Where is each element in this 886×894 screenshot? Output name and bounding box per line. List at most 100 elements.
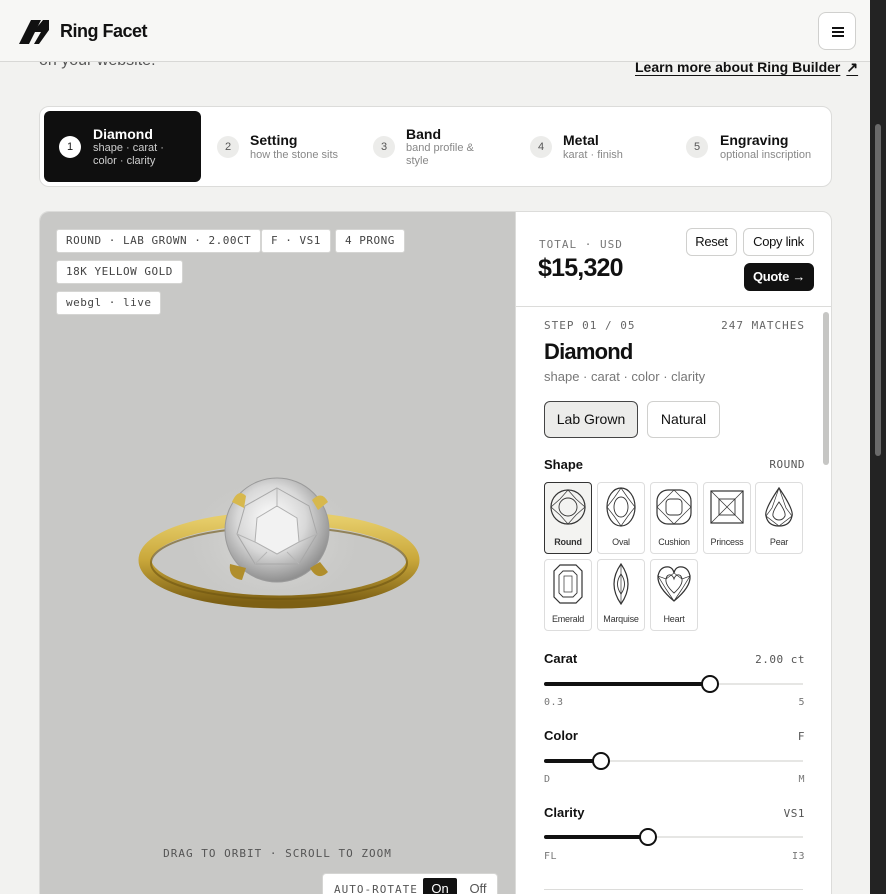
carat-max: 5 [798, 697, 805, 708]
step-metal[interactable]: 4 Metal karat · finish [518, 111, 668, 182]
shape-name: Marquise [603, 614, 639, 624]
color-slider-handle[interactable] [591, 752, 610, 770]
color-min: D [544, 774, 551, 785]
step-title: Engraving [720, 132, 789, 148]
oval-diamond-icon [606, 487, 636, 527]
heart-diamond-icon [657, 566, 691, 602]
step-number: 3 [373, 136, 395, 158]
divider [516, 306, 831, 307]
natural-option[interactable]: Natural [647, 401, 720, 438]
step-title: Metal [563, 132, 599, 148]
menu-button[interactable] [818, 12, 856, 50]
marquise-diamond-icon [613, 563, 629, 605]
orbit-hint: DRAG TO ORBIT · SCROLL TO ZOOM [163, 847, 392, 860]
spec-tag: 18K YELLOW GOLD [56, 260, 183, 284]
shape-label: Shape [544, 457, 584, 472]
panel-scrollbar[interactable] [823, 312, 829, 465]
step-number: 5 [686, 136, 708, 158]
step-description: shape · carat · color · clarity [544, 369, 706, 384]
shape-name: Pear [769, 537, 789, 547]
carat-value: 2.00 ct [755, 653, 805, 666]
quote-button[interactable]: Quote → [744, 263, 814, 291]
carat-min: 0.3 [544, 697, 564, 708]
step-subtitle: band profile & style [406, 142, 474, 167]
color-value: F [797, 730, 805, 743]
auto-rotate-off-button[interactable]: Off [461, 878, 495, 894]
step-number: 2 [217, 136, 239, 158]
shape-pear[interactable]: Pear [755, 482, 803, 554]
clarity-slider-handle[interactable] [638, 828, 657, 846]
shape-heart[interactable]: Heart [650, 559, 698, 631]
color-slider[interactable] [544, 752, 803, 770]
carat-slider[interactable] [544, 675, 803, 693]
color-label: Color [544, 728, 578, 743]
matches-count: 247 MATCHES [721, 319, 805, 332]
auto-rotate-on-button[interactable]: On [423, 878, 457, 894]
step-subtitle: shape · carat · color · clarity [93, 142, 164, 167]
spec-tag: ROUND · LAB GROWN · 2.00CT [56, 229, 262, 253]
clarity-label: Clarity [544, 805, 585, 820]
emerald-diamond-icon [553, 564, 583, 604]
site-header: Ring Facet [0, 0, 870, 62]
clarity-min: FL [544, 851, 558, 862]
princess-diamond-icon [710, 490, 744, 524]
ring-facet-logo-icon[interactable] [19, 18, 49, 44]
step-engraving[interactable]: 5 Engraving optional inscription [674, 111, 829, 182]
step-number: 4 [530, 136, 552, 158]
total-price: $15,320 [538, 254, 624, 282]
shape-value: ROUND [769, 458, 805, 471]
clarity-max: I3 [791, 851, 805, 862]
builder-steps: 1 Diamond shape · carat · color · clarit… [39, 106, 832, 187]
shape-name: Emerald [551, 614, 585, 624]
round-diamond-icon [550, 489, 586, 525]
page-scrollbar-thumb[interactable] [875, 124, 881, 456]
hamburger-icon [832, 27, 844, 29]
step-subtitle: how the stone sits [250, 149, 339, 161]
shape-oval[interactable]: Oval [597, 482, 645, 554]
brand-name[interactable]: Ring Facet [60, 21, 148, 42]
total-label: TOTAL · USD [539, 238, 623, 251]
step-subtitle: optional inscription [720, 149, 812, 161]
page-scrollbar[interactable] [870, 0, 886, 894]
step-title: Band [406, 126, 441, 142]
config-panel: TOTAL · USD $15,320 Reset Copy link Quot… [515, 212, 831, 894]
carat-slider-handle[interactable] [700, 675, 719, 693]
step-band[interactable]: 3 Band band profile & style [361, 111, 511, 182]
shape-round[interactable]: Round [544, 482, 592, 554]
shape-name: Princess [710, 537, 744, 547]
cushion-diamond-icon [656, 489, 692, 525]
shape-name: Cushion [658, 537, 690, 547]
ring-viewer[interactable]: ROUND · LAB GROWN · 2.00CT F · VS1 4 PRO… [40, 212, 515, 894]
step-title: Diamond [93, 126, 153, 142]
divider [544, 889, 803, 890]
step-counter: STEP 01 / 05 [544, 319, 636, 332]
clarity-slider-fill [544, 835, 648, 839]
clarity-slider[interactable] [544, 828, 803, 846]
step-title: Setting [250, 132, 298, 148]
carat-label: Carat [544, 651, 578, 666]
step-number: 1 [59, 136, 81, 158]
copy-link-button[interactable]: Copy link [743, 228, 814, 256]
auto-rotate-label: AUTO-ROTATE [334, 883, 418, 894]
lab-grown-option[interactable]: Lab Grown [544, 401, 638, 438]
step-subtitle: karat · finish [563, 149, 623, 161]
hamburger-icon-line [832, 35, 844, 37]
pear-diamond-icon [765, 486, 793, 527]
step-heading: Diamond [544, 339, 633, 364]
step-diamond[interactable]: 1 Diamond shape · carat · color · clarit… [44, 111, 201, 182]
shape-princess[interactable]: Princess [703, 482, 751, 554]
shape-name: Round [554, 537, 582, 547]
shape-name: Oval [612, 537, 630, 547]
carat-slider-fill [544, 682, 710, 686]
shape-marquise[interactable]: Marquise [597, 559, 645, 631]
spec-tag: 4 PRONG [335, 229, 405, 253]
shape-cushion[interactable]: Cushion [650, 482, 698, 554]
builder-card: ROUND · LAB GROWN · 2.00CT F · VS1 4 PRO… [39, 211, 832, 894]
spec-tag: F · VS1 [261, 229, 331, 253]
step-setting[interactable]: 2 Setting how the stone sits [205, 111, 355, 182]
shape-name: Heart [663, 614, 685, 624]
hamburger-icon-line [832, 31, 844, 33]
reset-button[interactable]: Reset [686, 228, 737, 256]
shape-emerald[interactable]: Emerald [544, 559, 592, 631]
ring-3d-model[interactable] [134, 472, 424, 622]
